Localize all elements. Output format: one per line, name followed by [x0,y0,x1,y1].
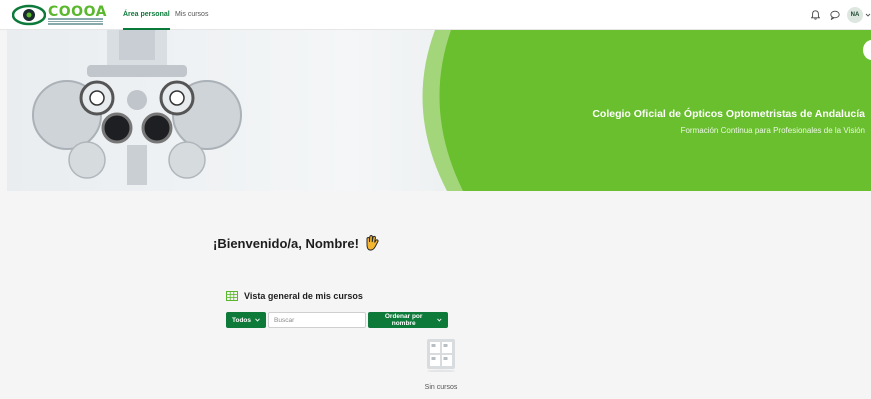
bell-icon[interactable] [811,10,820,20]
sort-label: Ordenar por nombre [384,313,423,327]
welcome-text: ¡Bienvenido/a, Nombre! [213,235,359,251]
grid-icon [226,291,238,301]
hero-subtitle: Formación Continua para Profesionales de… [680,126,865,135]
search-input[interactable] [268,312,366,328]
chevron-down-icon [255,318,260,322]
empty-courses-icon [427,339,455,372]
waving-hand-icon [366,234,379,251]
hero-banner: Colegio Oficial de Ópticos Optometristas… [7,30,871,191]
filter-label: Todos [232,316,252,324]
phoropter-illustration [32,30,242,185]
site-logo[interactable]: COOOA [12,3,106,27]
chevron-down-icon[interactable] [865,12,871,18]
logo-subtitle-lines [48,18,103,25]
sort-dropdown-button[interactable]: Ordenar por nombre [368,312,448,328]
chevron-down-icon [437,318,442,322]
nav-mis-cursos[interactable]: Mis cursos [175,0,208,30]
filter-dropdown-button[interactable]: Todos [226,312,266,328]
chat-icon[interactable] [830,10,840,20]
hero-title: Colegio Oficial de Ópticos Optometristas… [592,108,865,120]
welcome-heading: ¡Bienvenido/a, Nombre! [213,234,381,252]
logo-eye-icon [12,4,46,26]
nav-area-personal[interactable]: Área personal [123,0,170,30]
user-avatar[interactable]: NA [847,7,863,23]
top-navbar: COOOA Área personal Mis cursos NA [0,0,871,30]
empty-state-label: Sin cursos [424,384,458,391]
course-overview-title: Vista general de mis cursos [244,291,363,301]
course-overview-heading: Vista general de mis cursos [226,291,363,301]
